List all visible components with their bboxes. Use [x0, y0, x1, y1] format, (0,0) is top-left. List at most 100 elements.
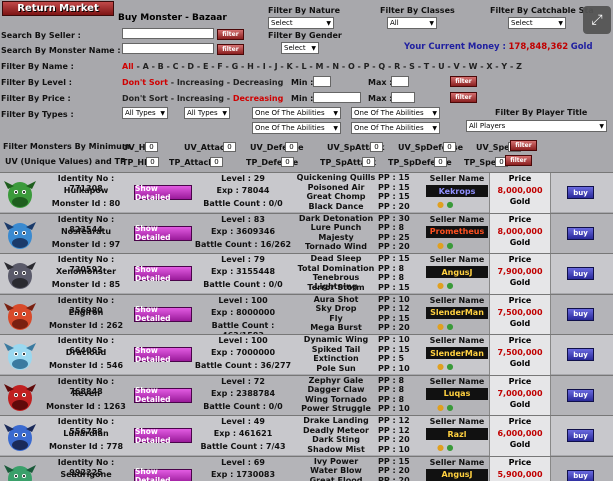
- uv-filter-button[interactable]: filter: [510, 140, 537, 151]
- listing-row: Identity No : 768848 Reven Monster Id : 12…: [0, 374, 613, 416]
- catchable-select[interactable]: Select ▼: [508, 17, 566, 29]
- price-box: Price 8,000,000 Gold: [489, 213, 551, 254]
- price-label: Price: [508, 214, 532, 224]
- show-details-button[interactable]: Show Detailed: [134, 467, 192, 481]
- price-unit: Gold: [509, 399, 531, 409]
- seller-search-input[interactable]: [122, 28, 214, 39]
- listing-row: Identity No : 356980 Engiron Monster Id : …: [0, 293, 613, 340]
- ability1-select[interactable]: One Of The Abilities ▼: [252, 107, 341, 119]
- buy-button[interactable]: buy: [567, 388, 594, 402]
- monster-level: Level : 72: [221, 376, 265, 386]
- show-details-button[interactable]: Show Detailed: [134, 184, 192, 202]
- buy-button[interactable]: buy: [567, 469, 594, 481]
- ability2-select[interactable]: One Of The Abilities ▼: [351, 107, 440, 119]
- ability4-select[interactable]: One Of The Abilities ▼: [351, 122, 440, 134]
- price-max-input[interactable]: [391, 92, 415, 103]
- buy-button[interactable]: buy: [567, 429, 594, 442]
- seller-name[interactable]: Prometheus: [426, 225, 488, 238]
- price-unit: Gold: [509, 278, 531, 287]
- move-pp: PP : 20: [378, 475, 410, 481]
- uv-input-0[interactable]: 0: [145, 142, 158, 152]
- move-pp: PP : 15: [378, 344, 410, 354]
- expand-icon[interactable]: ⤢: [583, 6, 611, 34]
- monster-id: Monster Id : 1263: [46, 401, 126, 411]
- level-max-input[interactable]: [391, 76, 409, 87]
- tp-input-1[interactable]: 0: [210, 157, 223, 167]
- price-box: Price 8,000,000 Gold: [489, 173, 551, 213]
- seller-name[interactable]: Kekrops: [426, 185, 488, 197]
- tp-input-0[interactable]: 0: [146, 157, 159, 167]
- show-details-button[interactable]: Show Detailed: [134, 346, 192, 364]
- return-market-button[interactable]: Return Market: [2, 1, 114, 16]
- show-details-button[interactable]: Show Detailed: [134, 427, 192, 445]
- player-title-select[interactable]: All Players ▼: [466, 120, 607, 132]
- seller-filter-button[interactable]: filter: [217, 29, 244, 40]
- show-details-button[interactable]: Show Detailed: [134, 224, 192, 242]
- monster-search-input[interactable]: [122, 43, 214, 54]
- seller-name[interactable]: AngusJ: [426, 266, 488, 278]
- types-filter-label: Filter By Types :: [1, 110, 74, 119]
- nature-select[interactable]: Select ▼: [268, 17, 334, 29]
- buy-button[interactable]: buy: [567, 186, 594, 199]
- tp-input-3[interactable]: 0: [362, 157, 375, 167]
- show-details-button[interactable]: Show Detailed: [134, 305, 192, 323]
- level-sort[interactable]: Don't Sort - Increasing - Decreasing: [122, 78, 283, 87]
- move-pp: PP : 8: [378, 263, 405, 273]
- gender-select[interactable]: Select ▼: [281, 42, 319, 54]
- player-title-label: Filter By Player Title: [495, 108, 588, 117]
- move-name: Zephyr Gale: [308, 375, 364, 385]
- move-pp: PP : 8: [378, 273, 405, 282]
- type1-select[interactable]: All Types ▼: [122, 107, 168, 119]
- move-pp: PP : 10: [378, 294, 410, 304]
- price-min-input[interactable]: [313, 92, 361, 103]
- move-pp: PP : 15: [378, 192, 410, 201]
- monster-sprite-icon: [4, 343, 36, 370]
- move-name: Dark Sting: [312, 435, 360, 444]
- price-value: 8,000,000: [497, 186, 543, 195]
- seller-badge-icon: ● ●: [437, 281, 454, 290]
- uv-input-2[interactable]: 0: [285, 142, 298, 152]
- buy-button[interactable]: buy: [567, 307, 594, 321]
- buy-button[interactable]: buy: [567, 267, 594, 280]
- monster-filter-button[interactable]: filter: [217, 44, 244, 55]
- monster-level: Level : 49: [221, 417, 265, 426]
- ability3-select[interactable]: One Of The Abilities ▼: [252, 122, 341, 134]
- classes-select[interactable]: All ▼: [387, 17, 437, 29]
- show-details-button[interactable]: Show Detailed: [134, 265, 192, 283]
- move-pp: PP : 10: [378, 363, 410, 373]
- type2-select[interactable]: All Types ▼: [184, 107, 230, 119]
- seller-name[interactable]: AngusJ: [426, 468, 488, 481]
- chevron-down-icon: ▼: [558, 19, 563, 27]
- monster-exp: Exp : 3155448: [210, 267, 276, 276]
- move-pp: PP : 10: [378, 444, 410, 454]
- price-box: Price5,900,000Gold: [489, 456, 551, 481]
- alpha-letters[interactable]: - A - B - C - D - E - F - G - H - I - J …: [136, 62, 521, 71]
- seller-badge-icon: ● ●: [437, 200, 454, 209]
- alphabet-filter[interactable]: All - A - B - C - D - E - F - G - H - I …: [122, 62, 522, 71]
- uv-input-3[interactable]: 0: [370, 142, 383, 152]
- monster-name: Nosfearatu: [60, 226, 112, 236]
- price-label: Price: [508, 376, 532, 386]
- monster-level: Level : 79: [221, 255, 265, 264]
- seller-name[interactable]: SlenderMan: [426, 306, 488, 319]
- price-sort[interactable]: Don't Sort - Increasing - Decreasing: [122, 94, 283, 103]
- buy-button[interactable]: buy: [567, 348, 594, 361]
- tp-filter-button[interactable]: filter: [505, 155, 532, 166]
- tp-input-4[interactable]: 0: [434, 157, 447, 167]
- level-filter-button[interactable]: filter: [450, 76, 477, 87]
- seller-name[interactable]: Razl: [426, 428, 488, 440]
- show-details-button[interactable]: Show Detailed: [134, 386, 192, 404]
- alpha-all-link[interactable]: All: [122, 62, 134, 71]
- move-pp: PP : 20: [378, 466, 410, 475]
- seller-name[interactable]: SlenderMan: [426, 347, 488, 359]
- price-filter-button[interactable]: filter: [450, 92, 477, 103]
- level-min-input[interactable]: [313, 76, 331, 87]
- seller-name[interactable]: Luqas: [426, 387, 488, 400]
- uv-input-1[interactable]: 0: [223, 142, 236, 152]
- tp-input-2[interactable]: 0: [281, 157, 294, 167]
- move-name: Great Flood: [309, 475, 363, 481]
- move-name: Water Blow: [310, 466, 362, 475]
- price-label: Price: [508, 336, 532, 345]
- uv-input-4[interactable]: 0: [443, 142, 456, 152]
- buy-button[interactable]: buy: [567, 226, 594, 240]
